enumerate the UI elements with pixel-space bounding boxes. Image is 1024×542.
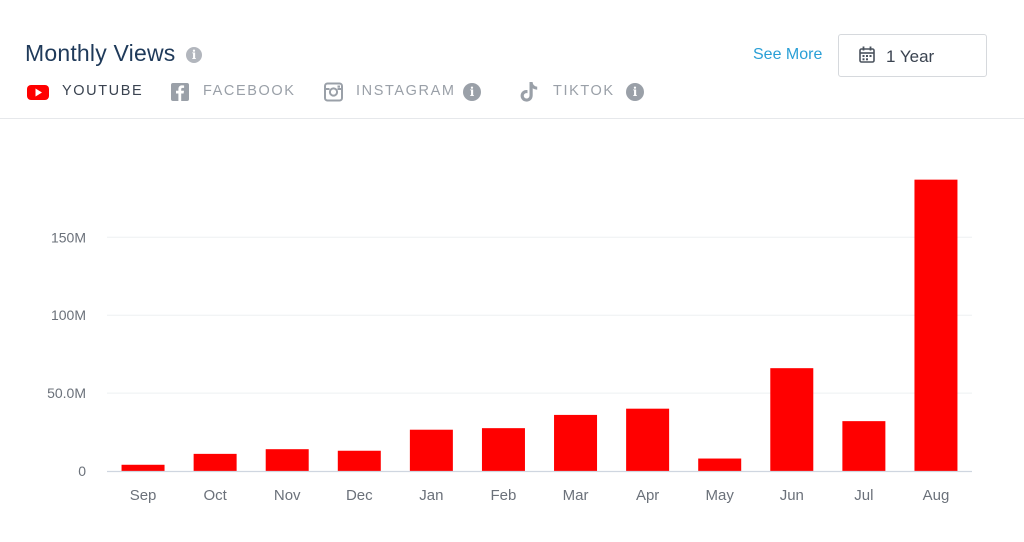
see-more-link[interactable]: See More (753, 46, 822, 64)
tab-label: YOUTUBE (62, 83, 144, 99)
bar (770, 368, 814, 471)
youtube-icon (27, 85, 49, 100)
info-icon[interactable]: i (626, 83, 644, 101)
bar (842, 421, 886, 471)
bar (193, 453, 237, 471)
tab-label: TIKTOK (553, 83, 615, 99)
facebook-icon (171, 83, 189, 101)
tab-tiktok[interactable]: TIKTOK i (519, 82, 646, 102)
time-range-button[interactable]: 1 Year (838, 34, 987, 77)
info-icon[interactable]: i (463, 83, 481, 101)
x-tick-label: Dec (346, 487, 373, 504)
tab-facebook[interactable]: FACEBOOK (171, 82, 296, 102)
bar (121, 464, 165, 471)
x-tick-label: Oct (203, 487, 227, 504)
x-tick-label: Mar (563, 487, 589, 504)
x-tick-label: Feb (491, 487, 517, 504)
x-tick-label: Jul (854, 487, 873, 504)
x-tick-label: Apr (636, 487, 659, 504)
chart-header: Monthly Views i See More 1 Year YOUTUBE (0, 0, 1024, 119)
bar (337, 450, 381, 471)
y-tick-label: 0 (78, 463, 86, 479)
bar (554, 414, 598, 471)
monthly-views-chart: 0 50.0M 100M 150M Sep Oct Nov Dec Jan Feb Mar Apr Ma… (47, 179, 972, 504)
bar (626, 408, 670, 471)
x-tick-label: Nov (274, 487, 301, 504)
instagram-icon (324, 82, 343, 102)
tab-instagram[interactable]: INSTAGRAM i (324, 82, 484, 102)
info-icon[interactable]: i (186, 47, 202, 63)
y-tick-label: 50.0M (47, 385, 86, 401)
x-tick-label: May (706, 487, 735, 504)
bar (914, 179, 958, 471)
x-tick-label: Sep (130, 487, 157, 504)
bar (409, 429, 453, 471)
tiktok-icon (520, 82, 538, 102)
x-tick-label: Aug (923, 487, 950, 504)
y-tick-label: 150M (51, 229, 86, 245)
bar (698, 458, 742, 471)
platform-tabs: YOUTUBE FACEBOOK INSTAGRAM i TIKTOK i (0, 82, 1024, 102)
calendar-icon (859, 46, 875, 63)
bar (265, 449, 309, 471)
page-title: Monthly Views (25, 40, 176, 66)
bar (481, 428, 525, 471)
time-range-label: 1 Year (886, 47, 935, 66)
x-tick-label: Jan (419, 487, 443, 504)
tab-youtube[interactable]: YOUTUBE (27, 82, 142, 102)
y-tick-label: 100M (51, 307, 86, 323)
tab-label: FACEBOOK (203, 83, 296, 99)
x-tick-label: Jun (780, 487, 804, 504)
tab-label: INSTAGRAM (356, 83, 456, 99)
